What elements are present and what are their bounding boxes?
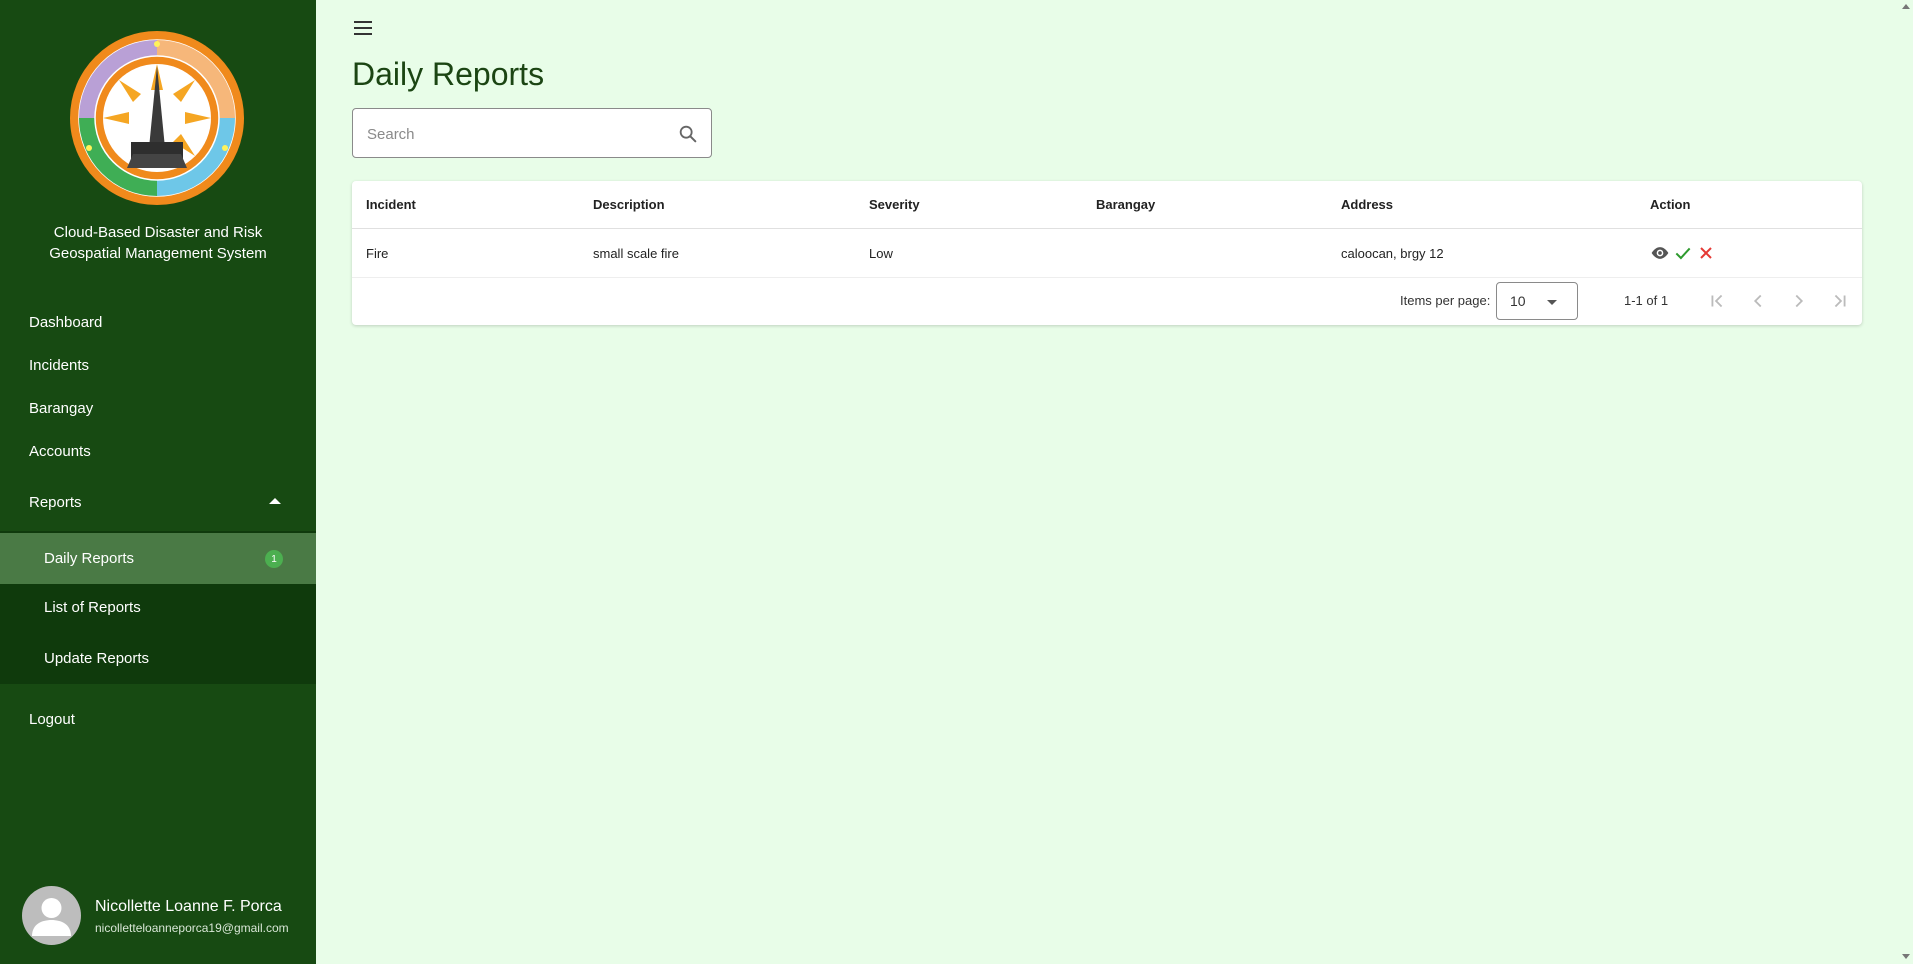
previous-page-icon[interactable] [1747,290,1769,312]
sidebar: Cloud-Based Disaster and Risk Geospatial… [0,0,316,964]
first-page-icon[interactable] [1706,290,1728,312]
next-page-icon[interactable] [1788,290,1810,312]
reject-x-icon[interactable] [1696,243,1716,263]
sidebar-item-label: Accounts [29,442,91,460]
column-header-barangay[interactable]: Barangay [1096,181,1155,228]
sidebar-item-label: Barangay [29,399,94,417]
sidebar-item-label: Incidents [29,356,90,374]
hamburger-menu-icon[interactable] [350,16,376,40]
scroll-up-arrow-icon[interactable] [1902,4,1910,9]
cell-severity: Low [869,245,893,261]
view-icon[interactable] [1650,243,1670,263]
chevron-up-icon [269,498,281,504]
table-header-row: Incident Description Severity Barangay A… [352,181,1862,229]
search-field[interactable] [352,108,712,158]
sidebar-item-label: Update Reports [44,650,150,667]
paginator: Items per page: 10 1-1 of 1 [352,278,1862,325]
notification-badge: 1 [265,550,283,568]
cell-description: small scale fire [593,245,679,261]
person-icon [32,898,71,936]
sidebar-item-label: Daily Reports [44,550,135,567]
scroll-down-arrow-icon[interactable] [1902,954,1910,959]
sidebar-item-daily-reports[interactable]: Daily Reports 1 [0,533,316,584]
column-header-action: Action [1650,197,1691,212]
column-header-severity[interactable]: Severity [869,181,920,228]
approve-check-icon[interactable] [1673,243,1693,263]
dropdown-arrow-icon [1547,300,1557,305]
avatar [22,886,81,945]
org-name-line1: Cloud-Based Disaster and Risk [53,224,263,241]
search-input[interactable] [367,122,667,146]
column-header-incident[interactable]: Incident [366,181,416,228]
user-name: Nicollette Loanne F. Porca [95,898,282,915]
org-name-line2: Geospatial Management System [49,245,267,262]
caloocan-drrm-seal-icon [70,31,244,205]
sidebar-item-reports[interactable]: Reports [0,480,316,524]
cell-address: caloocan, brgy 12 [1341,245,1444,261]
cell-actions [1650,229,1719,277]
reports-submenu: Daily Reports 1 List of Reports Update R… [0,531,316,684]
sidebar-item-label: Reports [29,493,82,511]
sidebar-item-update-reports[interactable]: Update Reports [0,633,316,684]
user-email: nicolletteloanneporca19@gmail.com [95,921,289,935]
items-per-page-label: Items per page: [1400,293,1491,308]
table-row: Fire small scale fire Low caloocan, brgy… [352,229,1862,278]
column-header-address[interactable]: Address [1341,181,1393,228]
org-name: Cloud-Based Disaster and Risk Geospatial… [0,222,316,264]
sidebar-item-incidents[interactable]: Incidents [0,343,316,387]
sidebar-item-barangay[interactable]: Barangay [0,386,316,430]
vertical-scrollbar[interactable] [1899,0,1913,964]
items-per-page-select[interactable]: 10 [1496,282,1578,320]
page-title: Daily Reports [352,56,545,92]
items-per-page-value: 10 [1510,293,1526,309]
user-profile: Nicollette Loanne F. Porca nicolletteloa… [22,886,312,946]
sidebar-item-label: Dashboard [29,313,103,331]
sidebar-item-logout[interactable]: Logout [0,697,316,741]
page-range-label: 1-1 of 1 [1624,293,1669,308]
sidebar-item-list-of-reports[interactable]: List of Reports [0,582,316,633]
cell-incident: Fire [366,245,389,261]
sidebar-item-dashboard[interactable]: Dashboard [0,300,316,344]
search-icon[interactable] [677,123,699,145]
sidebar-item-accounts[interactable]: Accounts [0,429,316,473]
last-page-icon[interactable] [1829,290,1851,312]
sidebar-item-label: List of Reports [44,599,141,616]
sidebar-item-label: Logout [29,710,75,728]
column-header-description[interactable]: Description [593,181,665,228]
daily-reports-table: Incident Description Severity Barangay A… [352,181,1862,325]
